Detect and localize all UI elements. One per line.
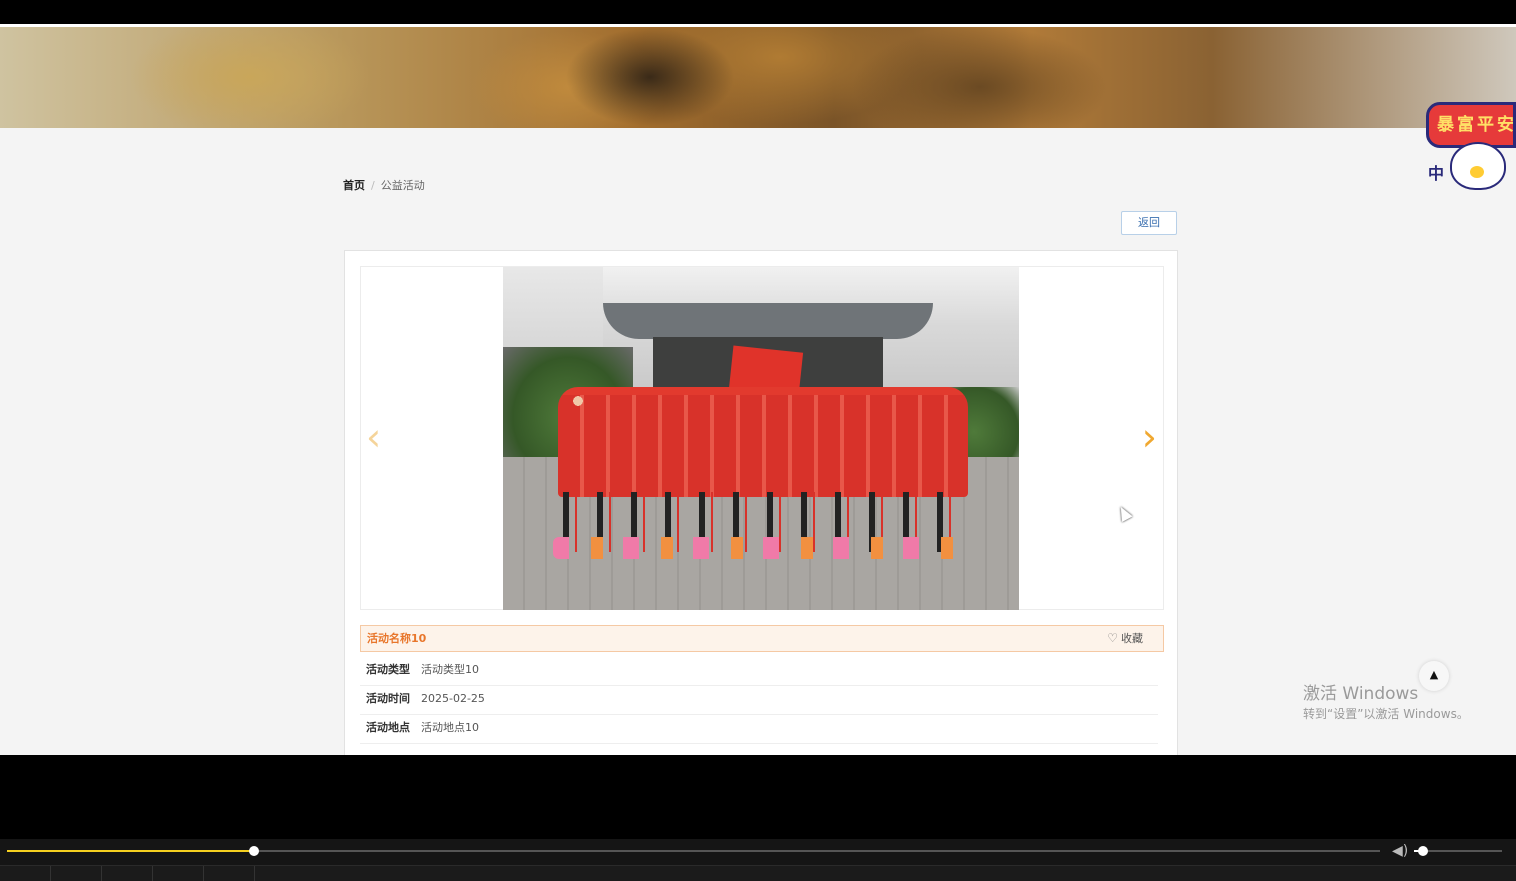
activity-name: 活动名称10 — [367, 632, 427, 645]
activity-title-bar: 活动名称10 ♡ 收藏 — [360, 625, 1164, 652]
info-label: 活动类型 — [366, 663, 410, 676]
video-top-letterbox — [0, 0, 1516, 24]
breadcrumb-home-link[interactable]: 首页 — [343, 179, 365, 192]
back-button[interactable]: 返回 — [1121, 211, 1177, 235]
favorite-button[interactable]: ♡ 收藏 — [1107, 626, 1143, 651]
info-row-location: 活动地点 活动地点10 — [360, 714, 1158, 744]
sticker-plus: 中 — [1428, 164, 1445, 183]
info-value: 2025-02-25 — [421, 692, 485, 705]
volunteer-group-shape — [558, 387, 968, 497]
watermark-subtitle: 转到“设置”以激活 Windows。 — [1303, 707, 1469, 721]
volume-icon[interactable]: ◀) — [1392, 842, 1408, 860]
info-value: 活动地点10 — [421, 721, 479, 734]
header-banner-image — [0, 27, 1516, 128]
volume-handle[interactable] — [1418, 846, 1428, 856]
cat-icon — [1450, 142, 1506, 190]
web-page: 暴富平安 中 首页 / 公益活动 返回 ‹ › 活动名称10 ♡ 收藏 活动类型… — [0, 27, 1516, 755]
favorite-label: 收藏 — [1121, 632, 1143, 645]
sticker-badge: 暴富平安 — [1426, 102, 1516, 148]
player-button-row — [0, 865, 1516, 881]
clipped-info-row — [360, 751, 1158, 755]
video-player-controls: ◀) — [0, 839, 1516, 881]
decorative-sticker: 暴富平安 中 — [1426, 102, 1516, 192]
heart-icon: ♡ — [1107, 631, 1118, 645]
info-row-type: 活动类型 活动类型10 — [360, 656, 1158, 686]
windows-activation-watermark: 激活 Windows 转到“设置”以激活 Windows。 — [1303, 684, 1469, 724]
info-label: 活动地点 — [366, 721, 410, 734]
info-row-time: 活动时间 2025-02-25 — [360, 685, 1158, 715]
breadcrumb-separator: / — [371, 179, 375, 192]
chevron-left-icon[interactable]: ‹ — [366, 417, 381, 457]
breadcrumb-current: 公益活动 — [380, 179, 425, 192]
info-label: 活动时间 — [366, 692, 410, 705]
activity-detail-card: ‹ › 活动名称10 ♡ 收藏 活动类型 活动类型10 活动时间 2025-02… — [344, 250, 1178, 755]
chevron-right-icon[interactable]: › — [1142, 417, 1157, 457]
breadcrumb: 首页 / 公益活动 — [343, 177, 425, 193]
info-value: 活动类型10 — [421, 663, 479, 676]
seek-progress — [7, 850, 254, 852]
seek-handle[interactable] — [249, 846, 259, 856]
image-carousel: ‹ › — [360, 266, 1164, 610]
activity-photo — [503, 267, 1019, 610]
watermark-title: 激活 Windows — [1303, 684, 1419, 704]
